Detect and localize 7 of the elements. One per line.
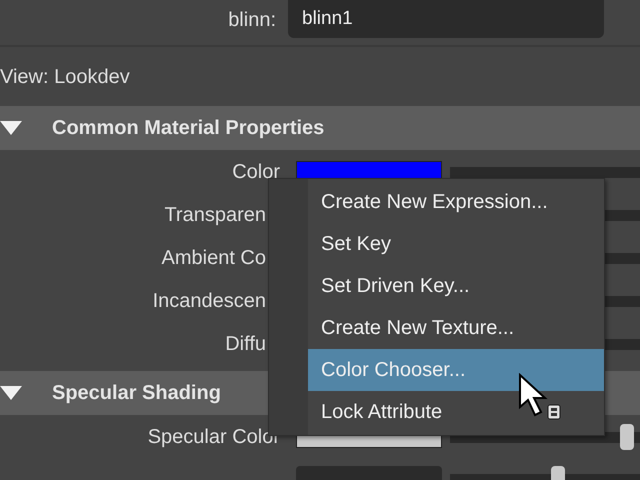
attribute-label: Transparen (163, 202, 267, 228)
view-label: View: Lookdev (0, 64, 130, 90)
attribute-label: Color (231, 160, 281, 184)
attribute-label: Diffu (224, 332, 267, 356)
field-label: blinn: (227, 8, 277, 33)
attribute-label: Ambient Co (160, 246, 267, 270)
attribute-label: Incandescen (152, 288, 267, 314)
